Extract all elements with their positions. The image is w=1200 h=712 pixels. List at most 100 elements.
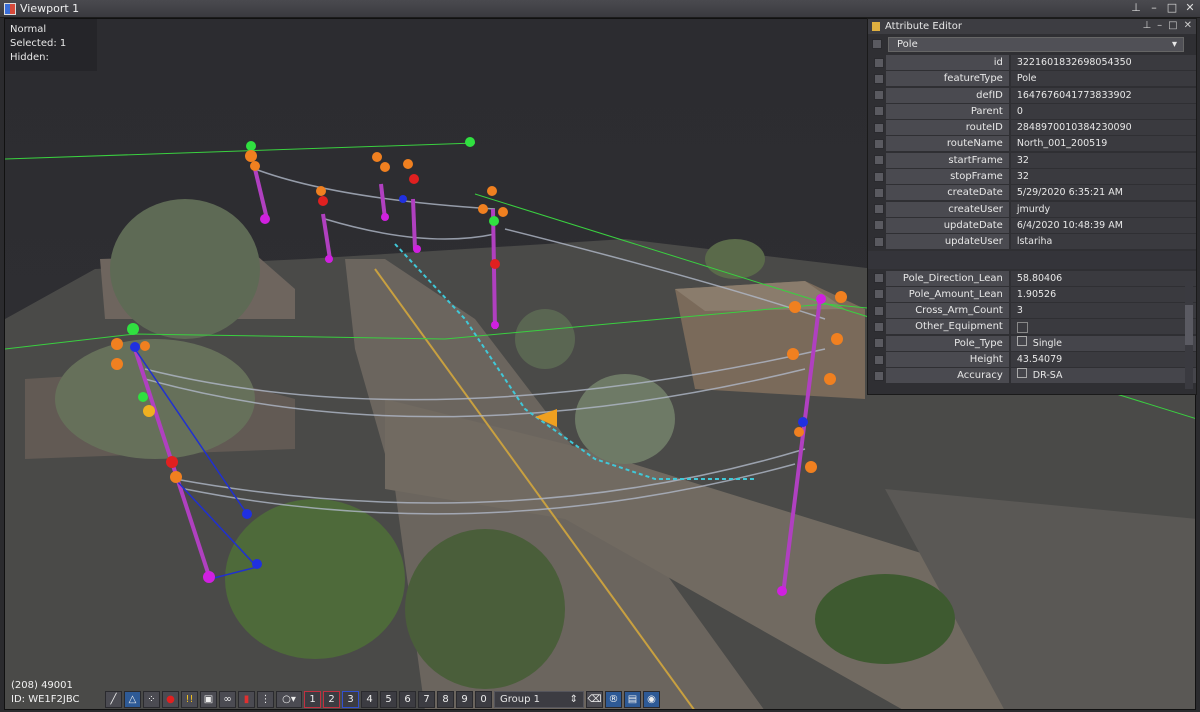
row-checkbox[interactable]	[874, 273, 884, 284]
close-icon[interactable]: ✕	[1184, 20, 1192, 31]
viewport-titlebar: Viewport 1 ⊥ – □ ✕	[0, 0, 1200, 18]
row-checkbox[interactable]	[874, 122, 884, 133]
camera-icon[interactable]: ▣	[200, 690, 217, 708]
link-icon[interactable]: ∞	[219, 690, 236, 708]
row-checkbox[interactable]	[874, 155, 884, 166]
row-checkbox[interactable]	[874, 354, 884, 365]
feature-checkbox[interactable]	[872, 39, 882, 49]
minimize-icon[interactable]: –	[1148, 1, 1160, 14]
attribute-value[interactable]: 5/29/2020 6:35:21 AM	[1010, 185, 1196, 201]
attribute-value[interactable]: 1.90526	[1010, 286, 1196, 302]
pin-icon[interactable]: ⊥	[1142, 20, 1151, 31]
row-checkbox[interactable]	[874, 289, 884, 300]
row-checkbox[interactable]	[874, 73, 884, 84]
attribute-value[interactable]: North_001_200519	[1010, 136, 1196, 152]
maximize-icon[interactable]: □	[1166, 1, 1178, 14]
backspace-icon[interactable]: ⌫	[586, 690, 603, 708]
group-select[interactable]: Group 1 ⇕	[494, 690, 584, 708]
attribute-value[interactable]: 2848970010384230090	[1010, 120, 1196, 136]
row-checkbox[interactable]	[874, 204, 884, 215]
lookup-icon[interactable]	[1016, 335, 1027, 346]
attribute-row: featureType Pole	[870, 71, 1196, 87]
group-button-7[interactable]: 7	[418, 690, 435, 708]
close-icon[interactable]: ✕	[1184, 1, 1196, 14]
attribute-label: updateDate	[886, 217, 1009, 233]
minimize-icon[interactable]: –	[1157, 20, 1162, 31]
lookup-icon[interactable]	[1016, 368, 1027, 379]
record-icon[interactable]: ●	[162, 690, 179, 708]
feature-type-select[interactable]: Pole ▾	[888, 36, 1184, 52]
row-checkbox[interactable]	[874, 187, 884, 198]
row-checkbox[interactable]	[874, 106, 884, 117]
attribute-value[interactable]: 32	[1010, 169, 1196, 185]
attribute-editor-title: Attribute Editor	[885, 21, 962, 32]
scrollbar[interactable]	[1185, 281, 1193, 389]
attribute-row: Pole_Direction_Lean 58.80406	[870, 270, 1196, 286]
attribute-label: updateUser	[886, 234, 1009, 250]
draw-line-icon[interactable]: ╱	[105, 690, 122, 708]
row-checkbox[interactable]	[874, 370, 884, 381]
row-checkbox[interactable]	[874, 321, 884, 332]
attribute-label: Pole_Direction_Lean	[886, 270, 1009, 286]
maximize-icon[interactable]: □	[1168, 20, 1177, 31]
attribute-label: Accuracy	[886, 368, 1009, 384]
group-button-1[interactable]: 1	[304, 690, 321, 708]
accuracy-value: DR-SA	[1032, 370, 1063, 382]
attribute-value[interactable]: 3	[1010, 303, 1196, 319]
attribute-row: id 3221601832698054350	[870, 55, 1196, 70]
attribute-label: stopFrame	[886, 169, 1009, 185]
list-icon[interactable]: ⋮	[257, 690, 274, 708]
group-button-8[interactable]: 8	[437, 690, 454, 708]
warning-triangle-icon[interactable]: △	[124, 690, 141, 708]
pin-icon[interactable]: ⊥	[1130, 1, 1142, 14]
attribute-value[interactable]: jmurdy	[1010, 201, 1196, 217]
row-checkbox[interactable]	[874, 57, 884, 68]
attribute-label: routeID	[886, 120, 1009, 136]
group-button-4[interactable]: 4	[361, 690, 378, 708]
accuracy-select[interactable]: DR-SA▾	[1010, 368, 1196, 384]
group-button-3[interactable]: 3	[342, 690, 359, 708]
bottom-toolbar: ╱ △ ⁘ ● !! ▣ ∞ ▮ ⋮ ○▾ 1 2 3 4 5 6 7 8 9 …	[105, 689, 660, 709]
attribute-value[interactable]: 32	[1010, 152, 1196, 168]
attribute-label: startFrame	[886, 152, 1009, 168]
hidden-count: Hidden:	[10, 52, 49, 63]
attribute-value[interactable]: Pole	[1010, 71, 1196, 87]
color-points-icon[interactable]: ⁘	[143, 690, 160, 708]
attribute-value[interactable]: 6/4/2020 10:48:39 AM	[1010, 217, 1196, 233]
group-button-5[interactable]: 5	[380, 690, 397, 708]
attribute-label: routeName	[886, 136, 1009, 152]
pole-type-select[interactable]: Single▾	[1010, 335, 1196, 351]
system-attributes-table: id 3221601832698054350 featureType Pole de…	[870, 55, 1196, 250]
attribute-label: createDate	[886, 185, 1009, 201]
row-checkbox[interactable]	[874, 236, 884, 247]
circle-toggle-icon[interactable]: ○▾	[276, 690, 302, 708]
group-button-6[interactable]: 6	[399, 690, 416, 708]
attribute-value[interactable]: 0	[1010, 103, 1196, 119]
group-button-2[interactable]: 2	[323, 690, 340, 708]
group-button-9[interactable]: 9	[456, 690, 473, 708]
attribute-value[interactable]: 43.54079	[1010, 352, 1196, 368]
attribute-value[interactable]: 58.80406	[1010, 270, 1196, 286]
attribute-value[interactable]: 3221601832698054350	[1010, 55, 1196, 70]
attribute-value[interactable]: 1647676041773833902	[1010, 87, 1196, 103]
alert-icon[interactable]: !!	[181, 690, 198, 708]
group-select-value: Group 1	[500, 693, 540, 705]
row-checkbox[interactable]	[874, 305, 884, 316]
custom-attributes-table: Pole_Direction_Lean 58.80406 Pole_Amount_…	[870, 270, 1196, 384]
eye-icon[interactable]: ◉	[643, 690, 660, 708]
badge-icon[interactable]: ®	[605, 690, 622, 708]
row-checkbox[interactable]	[874, 338, 884, 349]
row-checkbox[interactable]	[874, 90, 884, 101]
attribute-value[interactable]: lstariha	[1010, 234, 1196, 250]
row-checkbox[interactable]	[874, 138, 884, 149]
attribute-label: Height	[886, 352, 1009, 368]
scrollbar-thumb[interactable]	[1185, 305, 1193, 345]
palette-icon[interactable]: ▮	[238, 690, 255, 708]
other-equipment-checkbox[interactable]	[1016, 322, 1028, 334]
lock-icon[interactable]: ▤	[624, 690, 641, 708]
row-checkbox[interactable]	[874, 171, 884, 182]
group-button-0[interactable]: 0	[475, 690, 492, 708]
attribute-editor-panel: Attribute Editor ⊥ – □ ✕ Pole ▾ id 3221601…	[867, 18, 1197, 395]
attribute-label: defID	[886, 87, 1009, 103]
row-checkbox[interactable]	[874, 220, 884, 231]
